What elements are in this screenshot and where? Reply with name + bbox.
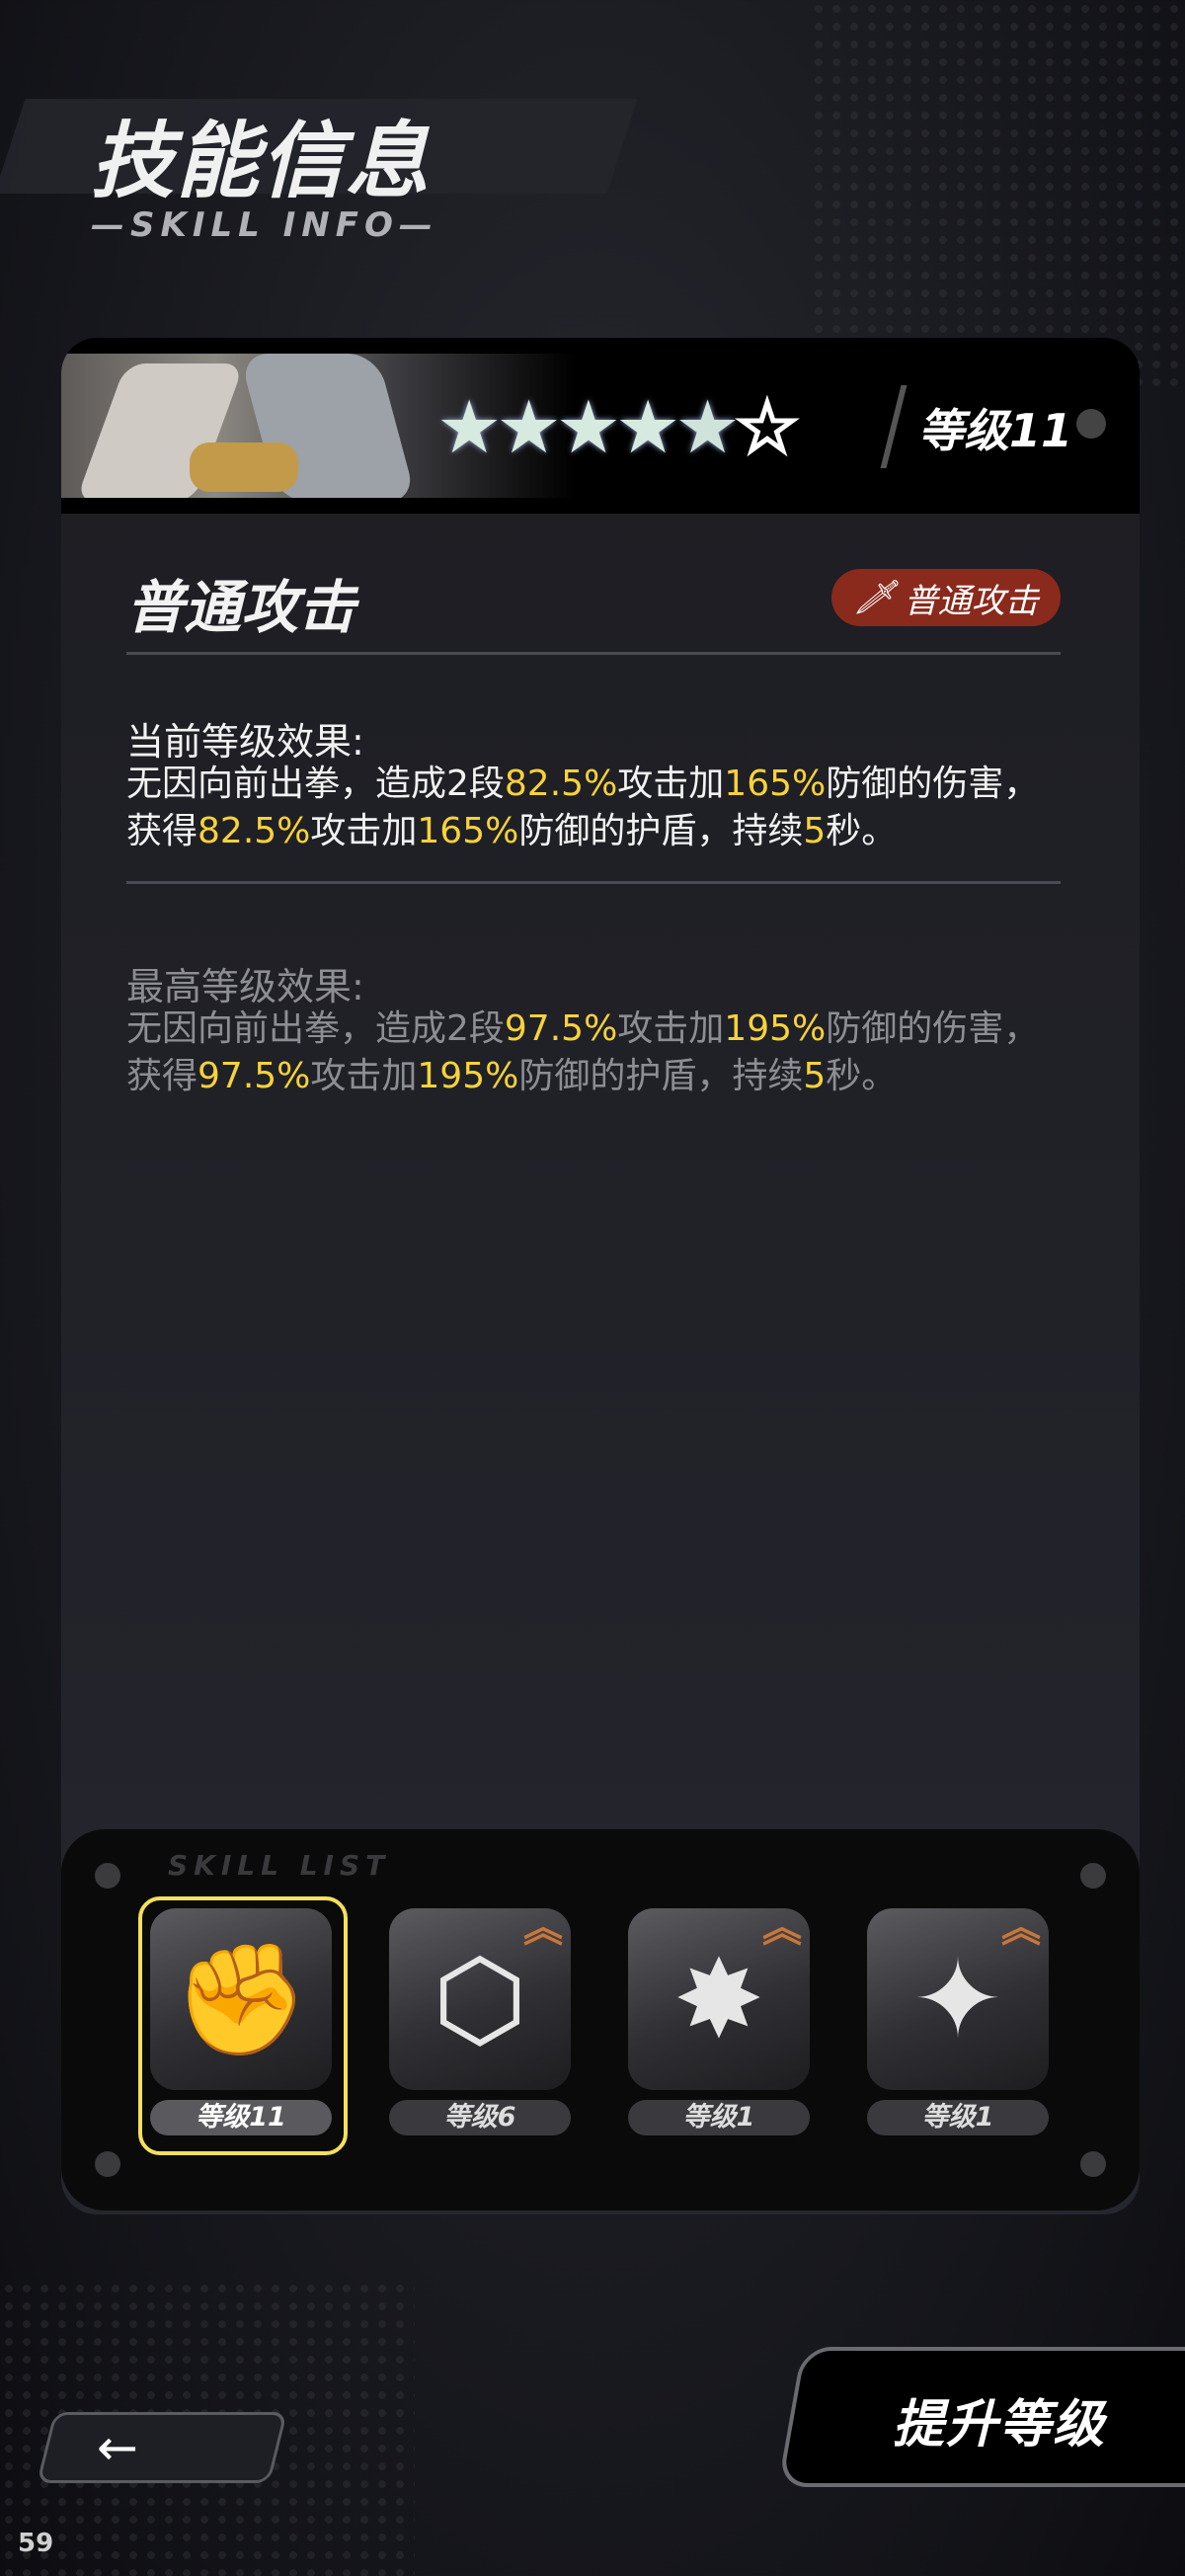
max-effect-label: 最高等级效果: <box>126 965 364 1008</box>
divider <box>880 385 908 468</box>
screw-dot <box>95 1863 120 1889</box>
arrow-left-icon: ← <box>97 2419 138 2476</box>
current-line-2: 获得82.5%攻击加165%防御的护盾，持续5秒。 <box>126 811 898 851</box>
skill-slot-3[interactable]: ✸ ︽ 等级1 <box>628 1908 810 2135</box>
upgrade-arrow-icon: ︽ <box>762 1905 802 1951</box>
screw-dot <box>1076 409 1106 439</box>
current-line-1: 无因向前出拳，造成2段82.5%攻击加165%防御的伤害， <box>126 764 1040 804</box>
fist-icon: ✊ <box>173 1936 309 2062</box>
empty-star-icon: ☆ <box>733 384 801 472</box>
divider <box>126 881 1061 884</box>
skill-slot-2[interactable]: ⬡ ︽ 等级6 <box>389 1908 571 2135</box>
max-line-1: 无因向前出拳，造成2段97.5%攻击加195%防御的伤害， <box>126 1008 1040 1049</box>
skill-slot-level: 等级1 <box>628 2100 810 2135</box>
shuriken-icon: ✦ <box>911 1936 1004 2062</box>
star-icon: ★ <box>555 385 621 470</box>
max-effect-text: 无因向前出拳，造成2段97.5%攻击加195%防御的伤害， 获得97.5%攻击加… <box>126 1006 1074 1100</box>
current-effect-label: 当前等级效果: <box>126 720 364 764</box>
skill-slot-1[interactable]: ✊ 等级11 <box>138 1896 348 2155</box>
max-line-2: 获得97.5%攻击加195%防御的护盾，持续5秒。 <box>126 1056 898 1096</box>
sword-icon: 🗡 <box>853 578 897 617</box>
skill-name: 普通攻击 <box>126 574 356 641</box>
half-star-icon: ★ <box>674 385 740 470</box>
skill-type-badge: 🗡 普通攻击 <box>831 569 1061 626</box>
skill-list-caption: SKILL LIST <box>168 1849 391 1882</box>
star-rating: ★★★★★☆ <box>436 384 802 472</box>
page-title: 技能信息 <box>91 113 432 209</box>
dot-pattern-top <box>810 0 1185 395</box>
screw-dot <box>95 2151 120 2177</box>
screw-dot <box>1080 2151 1106 2177</box>
skill-slot-level: 等级1 <box>867 2100 1049 2135</box>
burst-icon: ✸ <box>672 1936 765 2062</box>
badge-label: 普通攻击 <box>904 581 1039 621</box>
star-icon: ★ <box>615 385 680 470</box>
divider <box>126 652 1061 655</box>
page-subtitle: —SKILL INFO— <box>91 205 438 245</box>
upgrade-button-label[interactable]: 提升等级 <box>893 2382 1106 2456</box>
star-icon: ★ <box>436 385 502 470</box>
skill-level-label: 等级11 <box>918 404 1073 457</box>
current-effect-text: 无因向前出拳，造成2段82.5%攻击加165%防御的伤害， 获得82.5%攻击加… <box>126 761 1074 855</box>
card-header: ★★★★★☆ 等级11 <box>61 338 1140 514</box>
upgrade-arrow-icon: ︽ <box>523 1905 563 1951</box>
star-icon: ★ <box>496 385 561 470</box>
screw-dot <box>1080 1863 1106 1889</box>
skill-slot-4[interactable]: ✦ ︽ 等级1 <box>867 1908 1049 2135</box>
skill-list-bar: SKILL LIST ✊ 等级11 ⬡ ︽ 等级6 ✸ ︽ 等级1 ✦ ︽ 等级1 <box>61 1829 1140 2211</box>
hex-star-icon: ⬡ <box>432 1936 528 2062</box>
skill-slot-level: 等级6 <box>389 2100 571 2135</box>
page-number: 59 <box>18 2529 54 2558</box>
upgrade-arrow-icon: ︽ <box>1001 1905 1041 1951</box>
back-button[interactable]: ← <box>37 2412 287 2483</box>
